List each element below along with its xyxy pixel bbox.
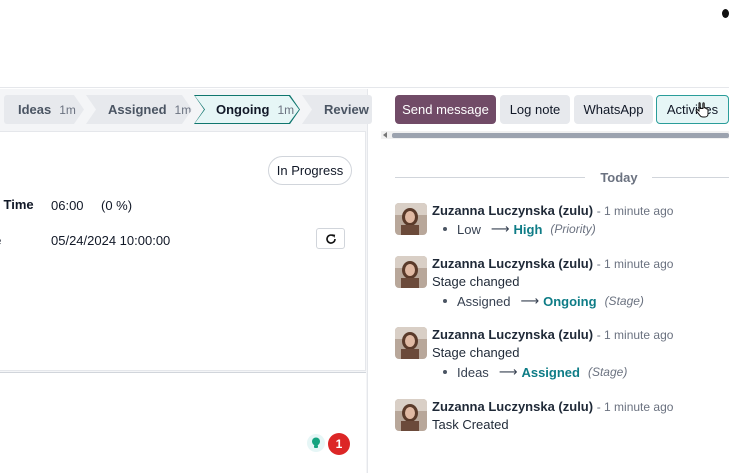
field-label-date: e: [0, 233, 1, 248]
log-note-button[interactable]: Log note: [500, 95, 570, 124]
stage-label: Review: [324, 102, 369, 117]
stage-label: Ideas: [18, 102, 52, 117]
new-value: Assigned: [521, 364, 580, 380]
field-value-percent: (0 %): [101, 198, 133, 213]
message-body: Stage changed: [432, 274, 520, 289]
scroll-left-icon[interactable]: [383, 132, 387, 138]
field-value-date[interactable]: 05/24/2024 10:00:00: [51, 233, 170, 248]
old-value: Ideas: [457, 364, 489, 380]
old-value: Low: [457, 221, 481, 237]
top-navbar: [0, 0, 729, 88]
stage-ongoing[interactable]: Ongoing 1m: [194, 95, 300, 124]
scrollbar-thumb[interactable]: [392, 133, 729, 138]
message-time: - 1 minute ago: [596, 204, 674, 218]
stage-ideas[interactable]: Ideas 1m: [4, 95, 84, 124]
tracking-change: Low ⟶ High (Priority): [443, 221, 596, 237]
tracking-change: Assigned ⟶ Ongoing (Stage): [443, 293, 644, 309]
whatsapp-button[interactable]: WhatsApp: [574, 95, 653, 124]
avatar[interactable]: [395, 399, 427, 431]
avatar[interactable]: [395, 327, 427, 359]
field-value-time[interactable]: 06:00: [51, 198, 84, 213]
lightbulb-icon[interactable]: [307, 434, 325, 452]
divider-line: [652, 177, 729, 178]
stage-assigned[interactable]: Assigned 1m: [86, 95, 192, 124]
stage-duration: 1m: [277, 102, 295, 117]
arrow-right-icon: ⟶: [520, 293, 540, 308]
refresh-button[interactable]: [316, 228, 345, 249]
stage-label: Ongoing: [216, 102, 270, 117]
kanban-state-button[interactable]: In Progress: [268, 156, 352, 185]
avatar[interactable]: [395, 256, 427, 288]
stage-statusbar: Ideas 1m Assigned 1m Ongoing 1m Review: [4, 95, 374, 124]
message-time: - 1 minute ago: [596, 257, 674, 271]
tracked-field: (Stage): [587, 365, 628, 379]
chatter-message: Zuzanna Luczynska (zulu) - 1 minute ago …: [395, 399, 729, 439]
stage-label: Assigned: [108, 102, 167, 117]
stage-duration: 1m: [59, 102, 76, 117]
date-separator: Today: [600, 170, 638, 185]
message-time: - 1 minute ago: [596, 400, 674, 414]
tracked-field: (Priority): [550, 222, 596, 236]
message-time: - 1 minute ago: [596, 328, 674, 342]
arrow-right-icon: ⟶: [498, 364, 518, 379]
stage-review[interactable]: Review: [302, 95, 372, 124]
form-lower-section: [0, 372, 366, 473]
new-value: Ongoing: [543, 293, 597, 309]
activity-count-badge[interactable]: 1: [328, 433, 350, 455]
send-message-button[interactable]: Send message: [395, 95, 496, 124]
stage-duration: 1m: [174, 102, 192, 117]
refresh-icon: [325, 233, 336, 244]
new-value: High: [513, 221, 543, 237]
arrow-right-icon: ⟶: [490, 221, 510, 236]
message-author[interactable]: Zuzanna Luczynska (zulu): [432, 399, 593, 414]
message-author[interactable]: Zuzanna Luczynska (zulu): [432, 327, 593, 342]
tracked-field: (Stage): [604, 294, 644, 308]
message-author[interactable]: Zuzanna Luczynska (zulu): [432, 256, 593, 271]
hand-cursor-icon: [695, 102, 709, 118]
old-value: Assigned: [457, 293, 511, 309]
tracking-change: Ideas ⟶ Assigned (Stage): [443, 364, 627, 380]
cursor-dot-icon: [722, 9, 729, 18]
message-body: Task Created: [432, 417, 509, 432]
chatter-message: Zuzanna Luczynska (zulu) - 1 minute ago …: [395, 327, 729, 367]
divider-line: [395, 177, 585, 178]
activities-button[interactable]: Activities: [656, 95, 729, 124]
avatar[interactable]: [395, 203, 427, 235]
field-label-time: d Time: [0, 197, 34, 212]
message-author[interactable]: Zuzanna Luczynska (zulu): [432, 203, 593, 218]
chatter-message: Zuzanna Luczynska (zulu) - 1 minute ago …: [395, 256, 729, 296]
message-body: Stage changed: [432, 345, 520, 360]
